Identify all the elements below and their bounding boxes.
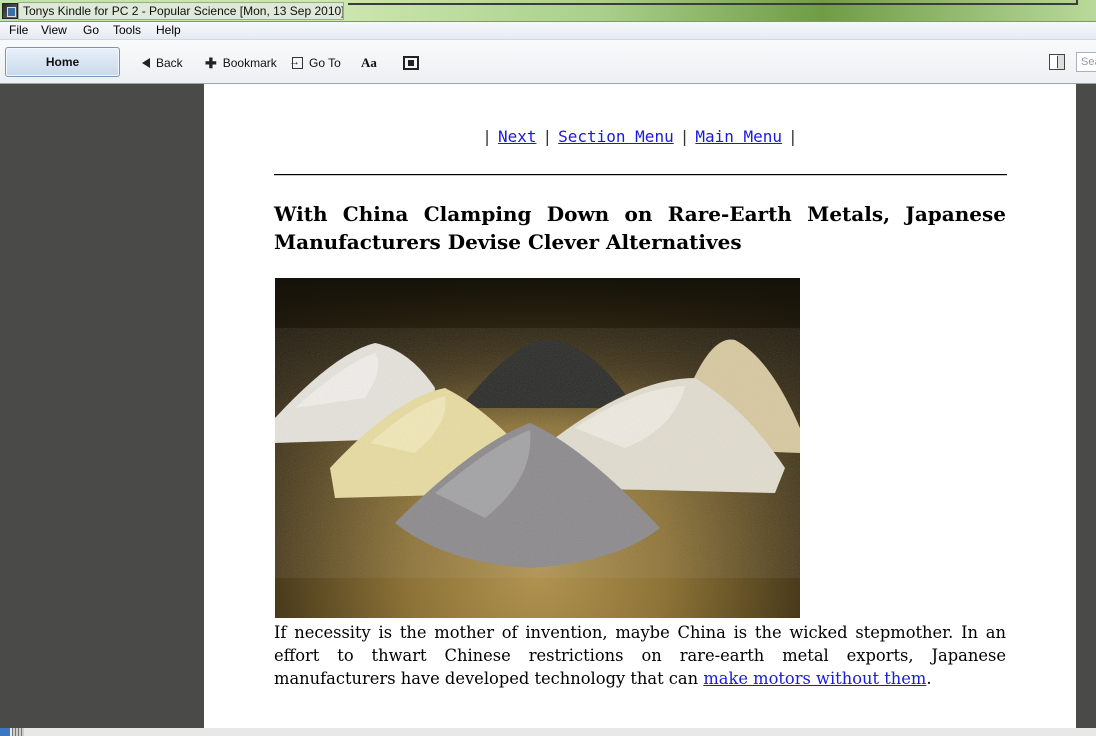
article-headline: With China Clamping Down on Rare-Earth M… <box>274 202 1006 254</box>
font-settings-button[interactable]: Aa <box>361 54 377 72</box>
fullscreen-button[interactable] <box>403 54 419 72</box>
window-title: Tonys Kindle for PC 2 - Popular Science … <box>18 2 344 20</box>
plus-icon: ✚ <box>205 55 217 71</box>
main-menu-link[interactable]: Main Menu <box>695 127 782 146</box>
menu-bar: File View Go Tools Help <box>0 22 1096 40</box>
status-strip <box>0 728 1096 736</box>
rare-earth-powder-piles-illustration <box>275 328 800 578</box>
body-text-end: . <box>926 669 932 688</box>
resize-grip-icon[interactable] <box>12 728 24 736</box>
article-body: If necessity is the mother of invention,… <box>274 621 1006 690</box>
sidebar-toggle-icon[interactable] <box>1049 54 1065 70</box>
title-bar-frame <box>348 0 1078 5</box>
back-arrow-icon <box>142 58 150 68</box>
fullscreen-icon <box>403 56 419 70</box>
nav-separator: | <box>542 127 553 146</box>
nav-separator: | <box>679 127 690 146</box>
article-nav: | Next | Section Menu | Main Menu | <box>274 127 1006 146</box>
menu-file[interactable]: File <box>9 22 28 39</box>
search-input[interactable]: Sea <box>1076 52 1096 72</box>
app-icon <box>2 3 18 19</box>
back-label: Back <box>156 56 183 70</box>
article-photo <box>275 278 800 618</box>
nav-separator: | <box>788 127 798 146</box>
toolbar: Home Back ✚ Bookmark Go To Aa <box>0 40 1096 84</box>
section-menu-link[interactable]: Section Menu <box>558 127 674 146</box>
font-size-icon: Aa <box>361 55 377 70</box>
goto-button[interactable]: Go To <box>289 53 341 72</box>
status-indicator <box>0 728 10 736</box>
next-link[interactable]: Next <box>498 127 537 146</box>
goto-label: Go To <box>309 56 341 70</box>
bookmark-button[interactable]: ✚ Bookmark <box>205 54 277 72</box>
nav-separator: | <box>482 127 492 146</box>
divider <box>274 174 1007 176</box>
book-page: | Next | Section Menu | Main Menu | With China… <box>204 84 1076 728</box>
bookmark-label: Bookmark <box>222 56 277 70</box>
goto-icon <box>289 53 303 71</box>
menu-tools[interactable]: Tools <box>113 22 141 39</box>
make-motors-link[interactable]: make motors without them <box>703 669 926 688</box>
menu-view[interactable]: View <box>41 22 67 39</box>
title-bar: Tonys Kindle for PC 2 - Popular Science … <box>0 0 1096 22</box>
home-button[interactable]: Home <box>5 47 120 77</box>
back-button[interactable]: Back <box>142 54 183 72</box>
menu-go[interactable]: Go <box>83 22 99 39</box>
menu-help[interactable]: Help <box>156 22 181 39</box>
